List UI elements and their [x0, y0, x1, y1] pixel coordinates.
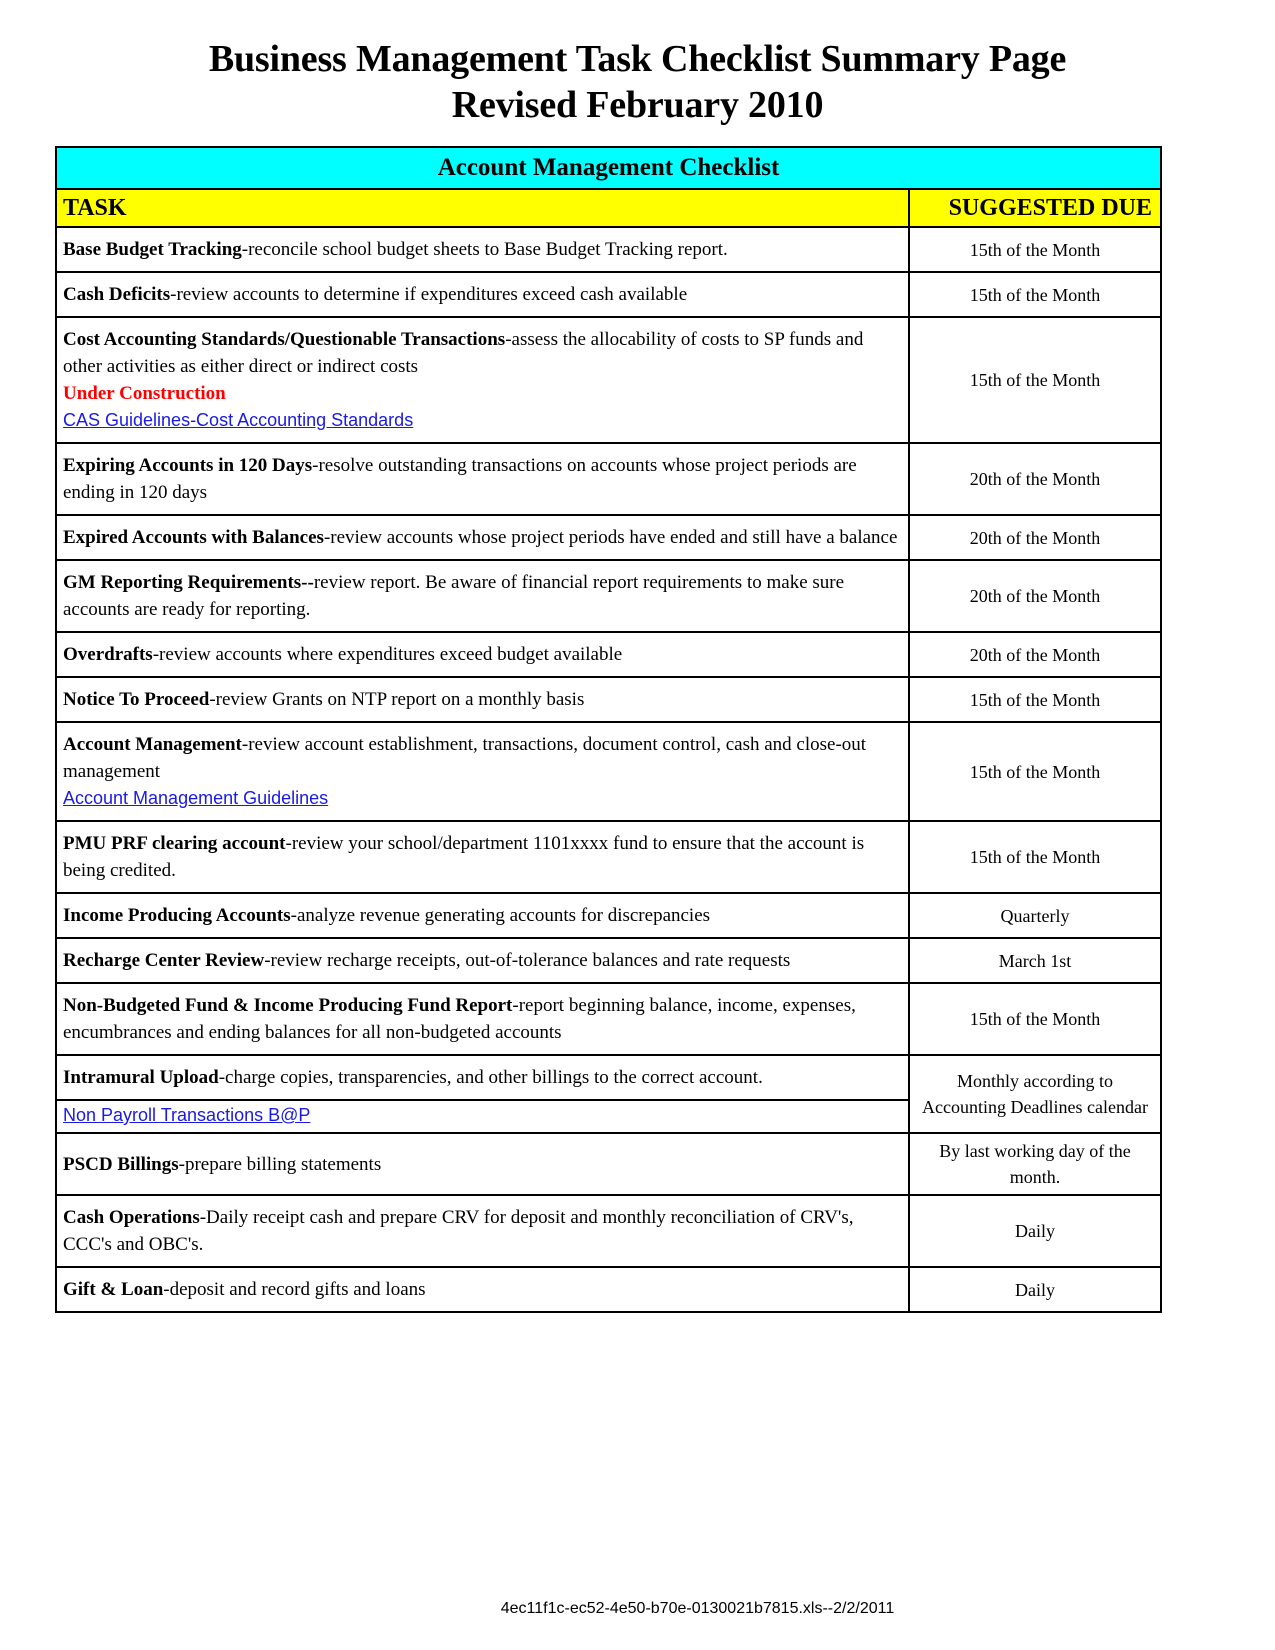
task-title: Account Management: [63, 734, 242, 755]
table-row: PMU PRF clearing account-review your sch…: [55, 820, 1163, 894]
task-description: -deposit and record gifts and loans: [163, 1279, 426, 1300]
suggested-due-cell: 15th of the Month: [907, 271, 1163, 318]
task-description: -reconcile school budget sheets to Base …: [241, 239, 728, 260]
task-description: -charge copies, transparencies, and othe…: [218, 1067, 763, 1088]
task-cell: Intramural Upload-charge copies, transpa…: [55, 1054, 910, 1101]
table-row: Base Budget Tracking-reconcile school bu…: [55, 226, 1163, 273]
task-cell: Base Budget Tracking-reconcile school bu…: [55, 226, 910, 273]
suggested-due-cell: Monthly according to Accounting Deadline…: [907, 1054, 1163, 1134]
suggested-due-cell: 15th of the Month: [907, 226, 1163, 273]
suggested-due-cell: 20th of the Month: [907, 514, 1163, 561]
task-title: PSCD Billings: [63, 1153, 179, 1175]
task-cell: Cash Deficits-review accounts to determi…: [55, 271, 910, 318]
task-title: Gift & Loan: [63, 1279, 164, 1300]
task-description: -review accounts to determine if expendi…: [170, 284, 688, 305]
suggested-due-cell: Daily: [907, 1194, 1163, 1268]
table-row: Intramural Upload-charge copies, transpa…: [55, 1054, 1163, 1134]
task-cell: Cost Accounting Standards/Questionable T…: [55, 316, 910, 444]
task-title: Non-Budgeted Fund & Income Producing Fun…: [63, 995, 513, 1016]
task-cell: Non-Budgeted Fund & Income Producing Fun…: [55, 982, 910, 1056]
task-title: Expiring Accounts in 120 Days: [63, 455, 313, 476]
task-title: Cost Accounting Standards/Questionable T…: [63, 329, 506, 350]
task-cell: PMU PRF clearing account-review your sch…: [55, 820, 910, 894]
task-guideline-link[interactable]: Account Management Guidelines: [63, 785, 328, 812]
task-cell: Overdrafts-review accounts where expendi…: [55, 631, 910, 678]
suggested-due-cell: March 1st: [907, 937, 1163, 984]
task-description: -review accounts whose project periods h…: [323, 527, 898, 548]
task-title: Cash Operations: [63, 1207, 200, 1228]
table-row: Cash Operations-Daily receipt cash and p…: [55, 1194, 1163, 1268]
footer-file-reference: 4ec11f1c-ec52-4e50-b70e-0130021b7815.xls…: [500, 1600, 895, 1617]
column-header-due: SUGGESTED DUE: [907, 188, 1163, 228]
task-title: PMU PRF clearing account: [63, 833, 286, 854]
task-title: Recharge Center Review: [63, 950, 265, 971]
table-row: Cost Accounting Standards/Questionable T…: [55, 316, 1163, 444]
task-cell: Expired Accounts with Balances-review ac…: [55, 514, 910, 561]
task-cell: PSCD Billings-prepare billing statements: [55, 1132, 910, 1196]
column-header-task: TASK: [55, 188, 910, 228]
task-cell: GM Reporting Requirements--review report…: [55, 559, 910, 633]
suggested-due-cell: 20th of the Month: [907, 442, 1163, 516]
table-row: Recharge Center Review-review recharge r…: [55, 937, 1163, 984]
sublink-cell: Non Payroll Transactions B@P: [55, 1099, 910, 1134]
account-management-checklist-table: Account Management Checklist TASK SUGGES…: [54, 146, 1163, 1313]
page-footer: 4ec11f1c-ec52-4e50-b70e-0130021b7815.xls…: [0, 1600, 1275, 1618]
task-title: Base Budget Tracking: [63, 239, 242, 260]
page-title-line-1: Business Management Task Checklist Summa…: [208, 38, 1067, 80]
task-title: Expired Accounts with Balances: [63, 527, 324, 548]
task-title: Income Producing Accounts: [63, 905, 291, 926]
suggested-due-cell: 15th of the Month: [907, 982, 1163, 1056]
task-title: Intramural Upload: [63, 1067, 219, 1088]
suggested-due-cell: 15th of the Month: [907, 676, 1163, 723]
task-description: -review Grants on NTP report on a monthl…: [209, 689, 585, 710]
table-row: Notice To Proceed-review Grants on NTP r…: [55, 676, 1163, 723]
table-row: GM Reporting Requirements--review report…: [55, 559, 1163, 633]
table-banner-title: Account Management Checklist: [54, 146, 1163, 190]
task-description: -review recharge receipts, out-of-tolera…: [264, 950, 791, 971]
table-row: Non-Budgeted Fund & Income Producing Fun…: [55, 982, 1163, 1056]
task-title: Overdrafts: [63, 644, 153, 665]
task-cell: Gift & Loan-deposit and record gifts and…: [55, 1266, 910, 1313]
table-row: Expiring Accounts in 120 Days-resolve ou…: [55, 442, 1163, 516]
table-row: Overdrafts-review accounts where expendi…: [55, 631, 1163, 678]
suggested-due-cell: 20th of the Month: [907, 559, 1163, 633]
task-description: -analyze revenue generating accounts for…: [290, 905, 711, 926]
table-row: Expired Accounts with Balances-review ac…: [55, 514, 1163, 561]
non-payroll-transactions-link[interactable]: Non Payroll Transactions B@P: [63, 1105, 310, 1126]
task-title: Notice To Proceed: [63, 689, 210, 710]
task-cell: Notice To Proceed-review Grants on NTP r…: [55, 676, 910, 723]
suggested-due-cell: 15th of the Month: [907, 721, 1163, 822]
table-row: Gift & Loan-deposit and record gifts and…: [55, 1266, 1163, 1313]
checklist-table-container: Account Management Checklist TASK SUGGES…: [54, 146, 1163, 1313]
table-banner-row: Account Management Checklist: [54, 146, 1163, 190]
task-title: GM Reporting Requirements--: [63, 572, 314, 593]
suggested-due-cell: 20th of the Month: [907, 631, 1163, 678]
task-description: -review accounts where expenditures exce…: [152, 644, 623, 665]
task-cell: Account Management-review account establ…: [55, 721, 910, 822]
suggested-due-cell: 15th of the Month: [907, 316, 1163, 444]
table-row: Account Management-review account establ…: [55, 721, 1163, 822]
suggested-due-cell: By last working day of the month.: [907, 1132, 1163, 1196]
task-title: Cash Deficits: [63, 284, 171, 305]
task-guideline-link[interactable]: CAS Guidelines-Cost Accounting Standards: [63, 407, 413, 434]
task-cell: Income Producing Accounts-analyze revenu…: [55, 892, 910, 939]
suggested-due-cell: Quarterly: [907, 892, 1163, 939]
table-row: Income Producing Accounts-analyze revenu…: [55, 892, 1163, 939]
table-header-row: TASK SUGGESTED DUE: [55, 188, 1163, 228]
page-title: Business Management Task Checklist Summa…: [0, 0, 1275, 128]
under-construction-notice: Under Construction: [63, 383, 226, 404]
suggested-due-cell: 15th of the Month: [907, 820, 1163, 894]
document-page: Business Management Task Checklist Summa…: [0, 0, 1275, 1650]
page-title-line-2: Revised February 2010: [451, 84, 824, 126]
task-cell: Cash Operations-Daily receipt cash and p…: [55, 1194, 910, 1268]
task-description: -prepare billing statements: [178, 1153, 382, 1175]
task-cell: Recharge Center Review-review recharge r…: [55, 937, 910, 984]
suggested-due-cell: Daily: [907, 1266, 1163, 1313]
table-row: Cash Deficits-review accounts to determi…: [55, 271, 1163, 318]
task-cell: Expiring Accounts in 120 Days-resolve ou…: [55, 442, 910, 516]
table-row: PSCD Billings-prepare billing statements…: [55, 1132, 1163, 1196]
